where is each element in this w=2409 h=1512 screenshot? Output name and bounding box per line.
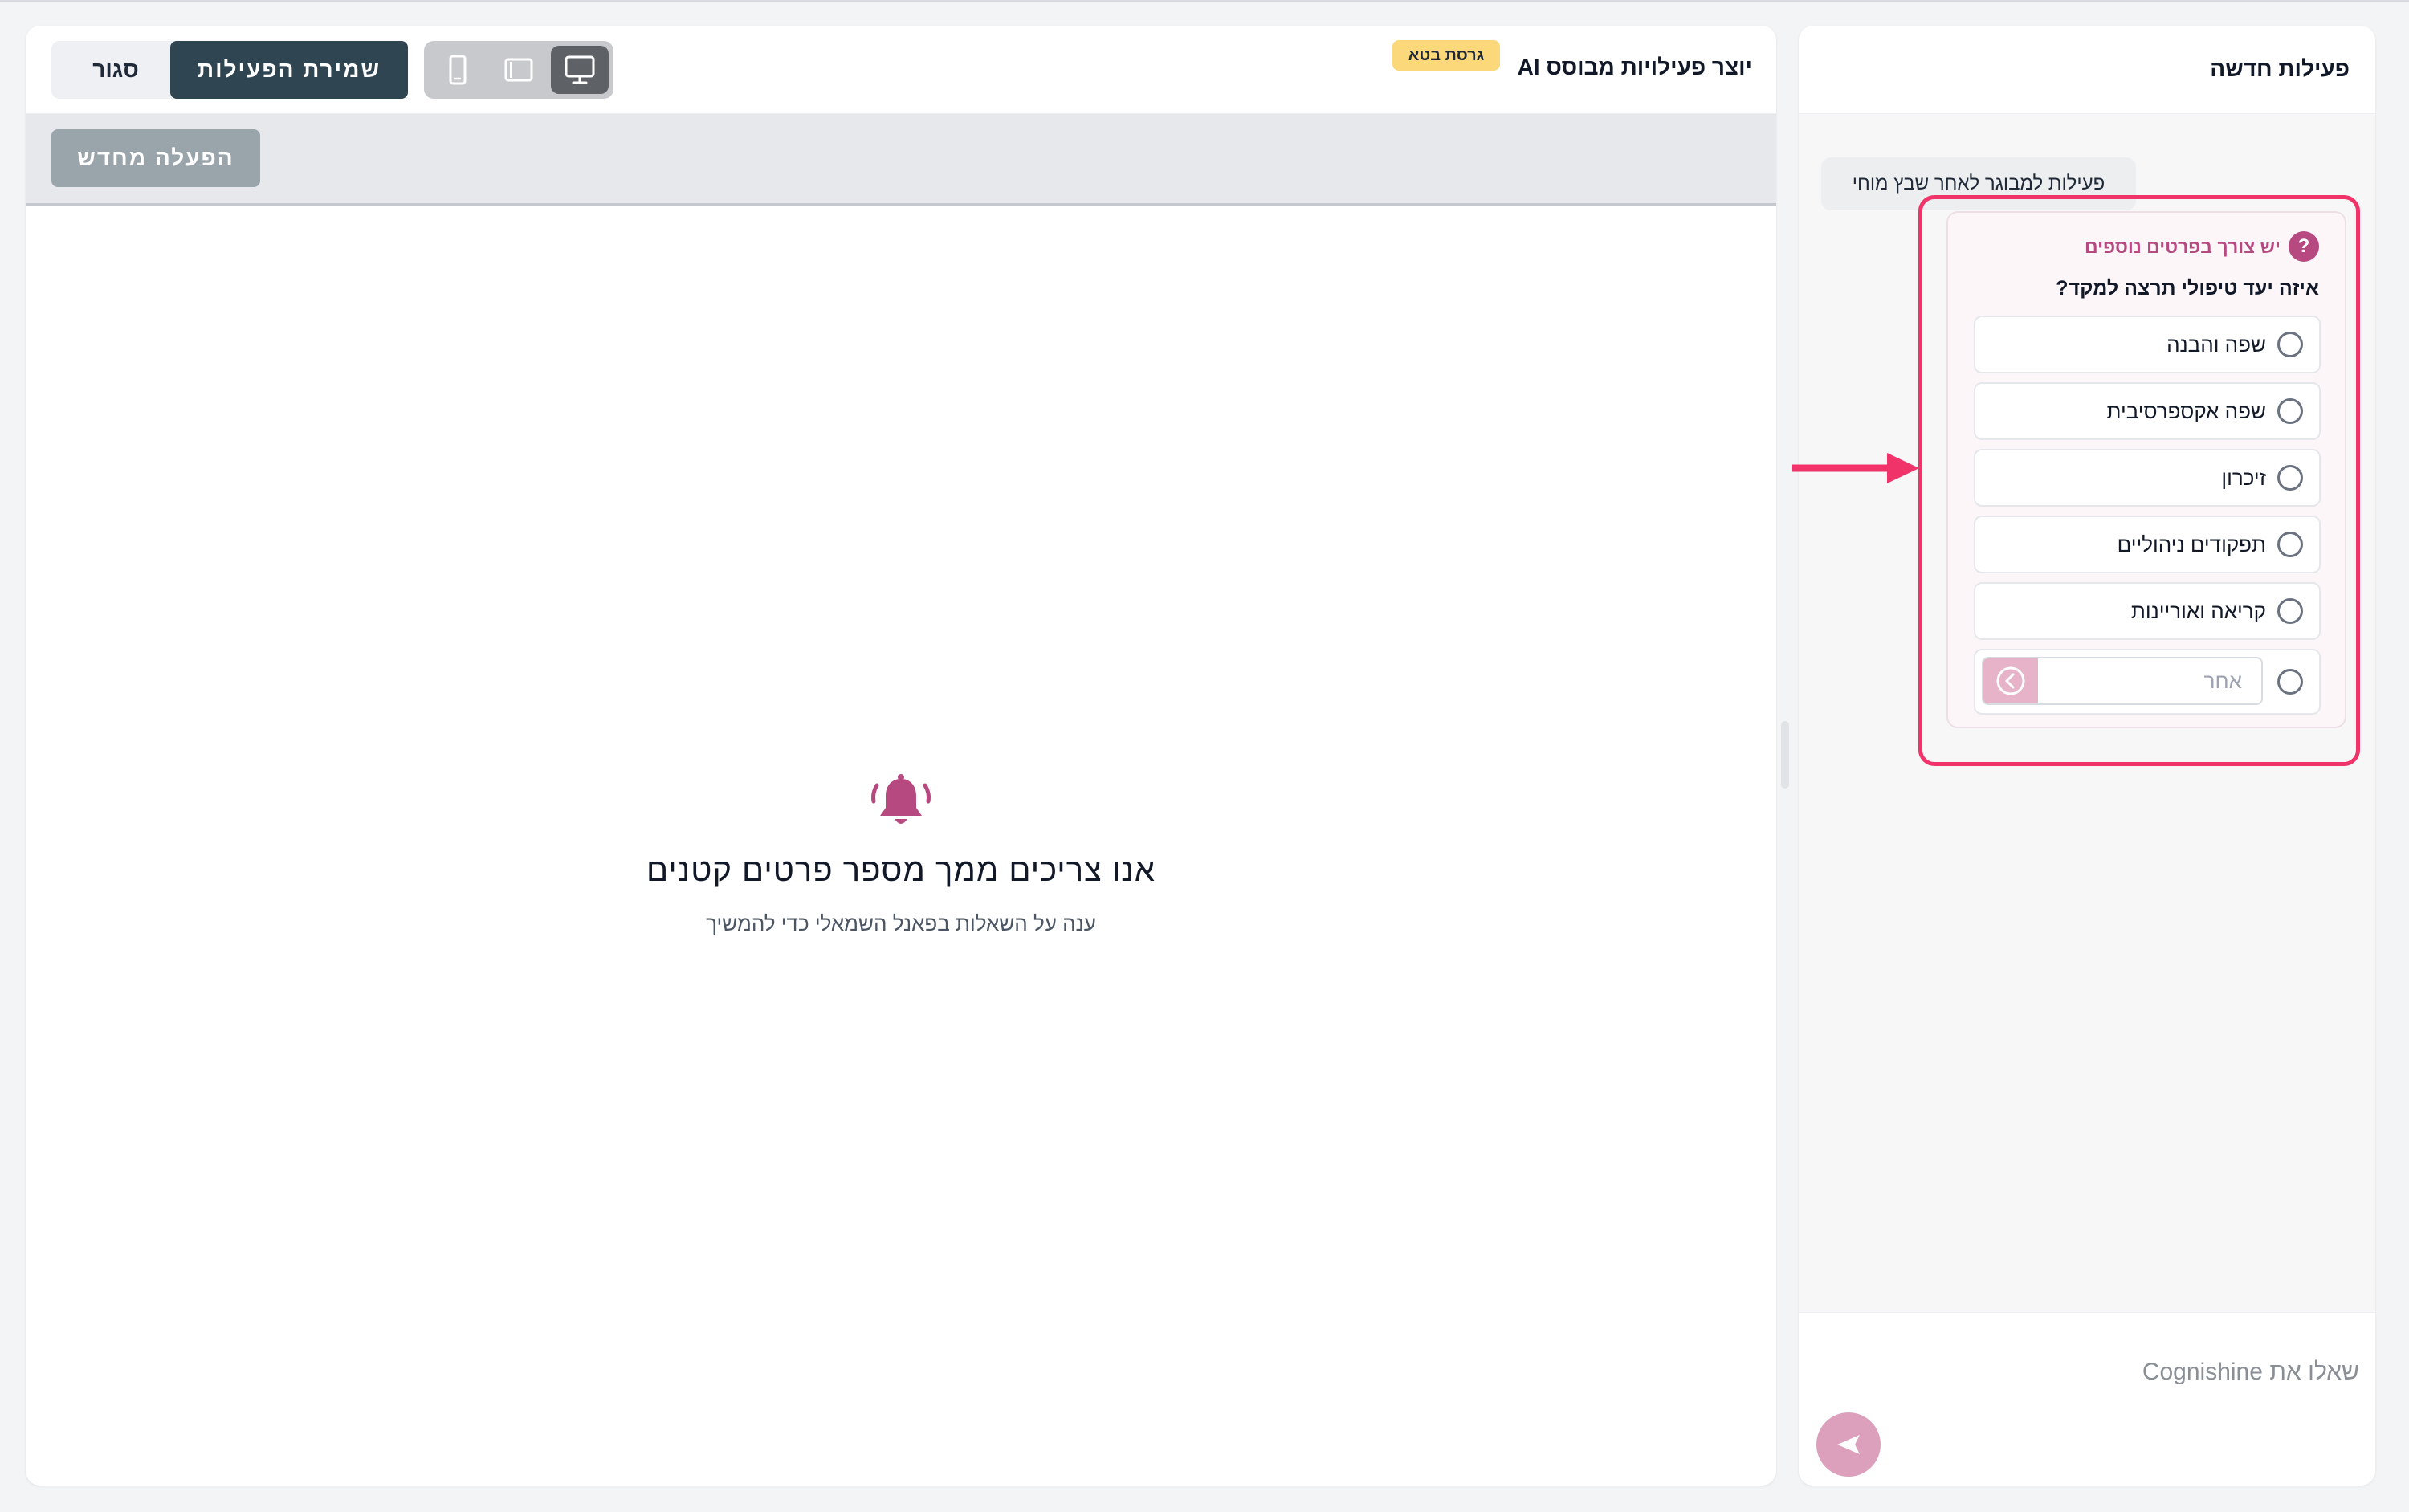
app-title: יוצר פעילויות מבוסס AI: [1517, 55, 1752, 79]
send-icon: [1837, 1435, 1860, 1454]
panel-resize-handle[interactable]: [1781, 721, 1789, 789]
close-button[interactable]: סגור: [51, 41, 180, 99]
mobile-view-button[interactable]: [429, 46, 487, 94]
chat-input-area: [1799, 1312, 2375, 1486]
highlight-annotation-box: [1918, 195, 2360, 766]
empty-state: אנו צריכים ממך מספר פרטים קטנים ענה על ה…: [26, 772, 1776, 936]
empty-state-title: אנו צריכים ממך מספר פרטים קטנים: [646, 853, 1156, 888]
chat-title: פעילות חדשה: [2210, 56, 2350, 81]
rerun-button[interactable]: הפעלה מחדש: [51, 129, 260, 187]
desktop-view-button[interactable]: [551, 46, 609, 94]
preview-header: סגור שמירת הפעילות גרסת בטא יוצר פעילויו…: [26, 26, 1776, 114]
send-button[interactable]: [1816, 1412, 1881, 1477]
preview-toolbar: הפעלה מחדש: [26, 114, 1776, 206]
chat-header: פעילות חדשה: [1799, 26, 2375, 114]
save-activity-button[interactable]: שמירת הפעילות: [170, 41, 408, 99]
tablet-view-button[interactable]: [490, 46, 548, 94]
preview-panel: סגור שמירת הפעילות גרסת בטא יוצר פעילויו…: [26, 26, 1776, 1486]
desktop-icon: [565, 55, 595, 84]
top-border: [0, 0, 2409, 2]
chat-input[interactable]: [1845, 1348, 2359, 1396]
tablet-icon: [504, 58, 533, 82]
empty-state-subtitle: ענה על השאלות בפאנל השמאלי כדי להמשיך: [706, 911, 1096, 935]
device-switcher: [424, 41, 613, 99]
mobile-icon: [449, 55, 467, 85]
annotation-arrow-icon: [1792, 453, 1919, 483]
bell-icon: [871, 774, 931, 824]
beta-badge: גרסת בטא: [1392, 40, 1500, 71]
